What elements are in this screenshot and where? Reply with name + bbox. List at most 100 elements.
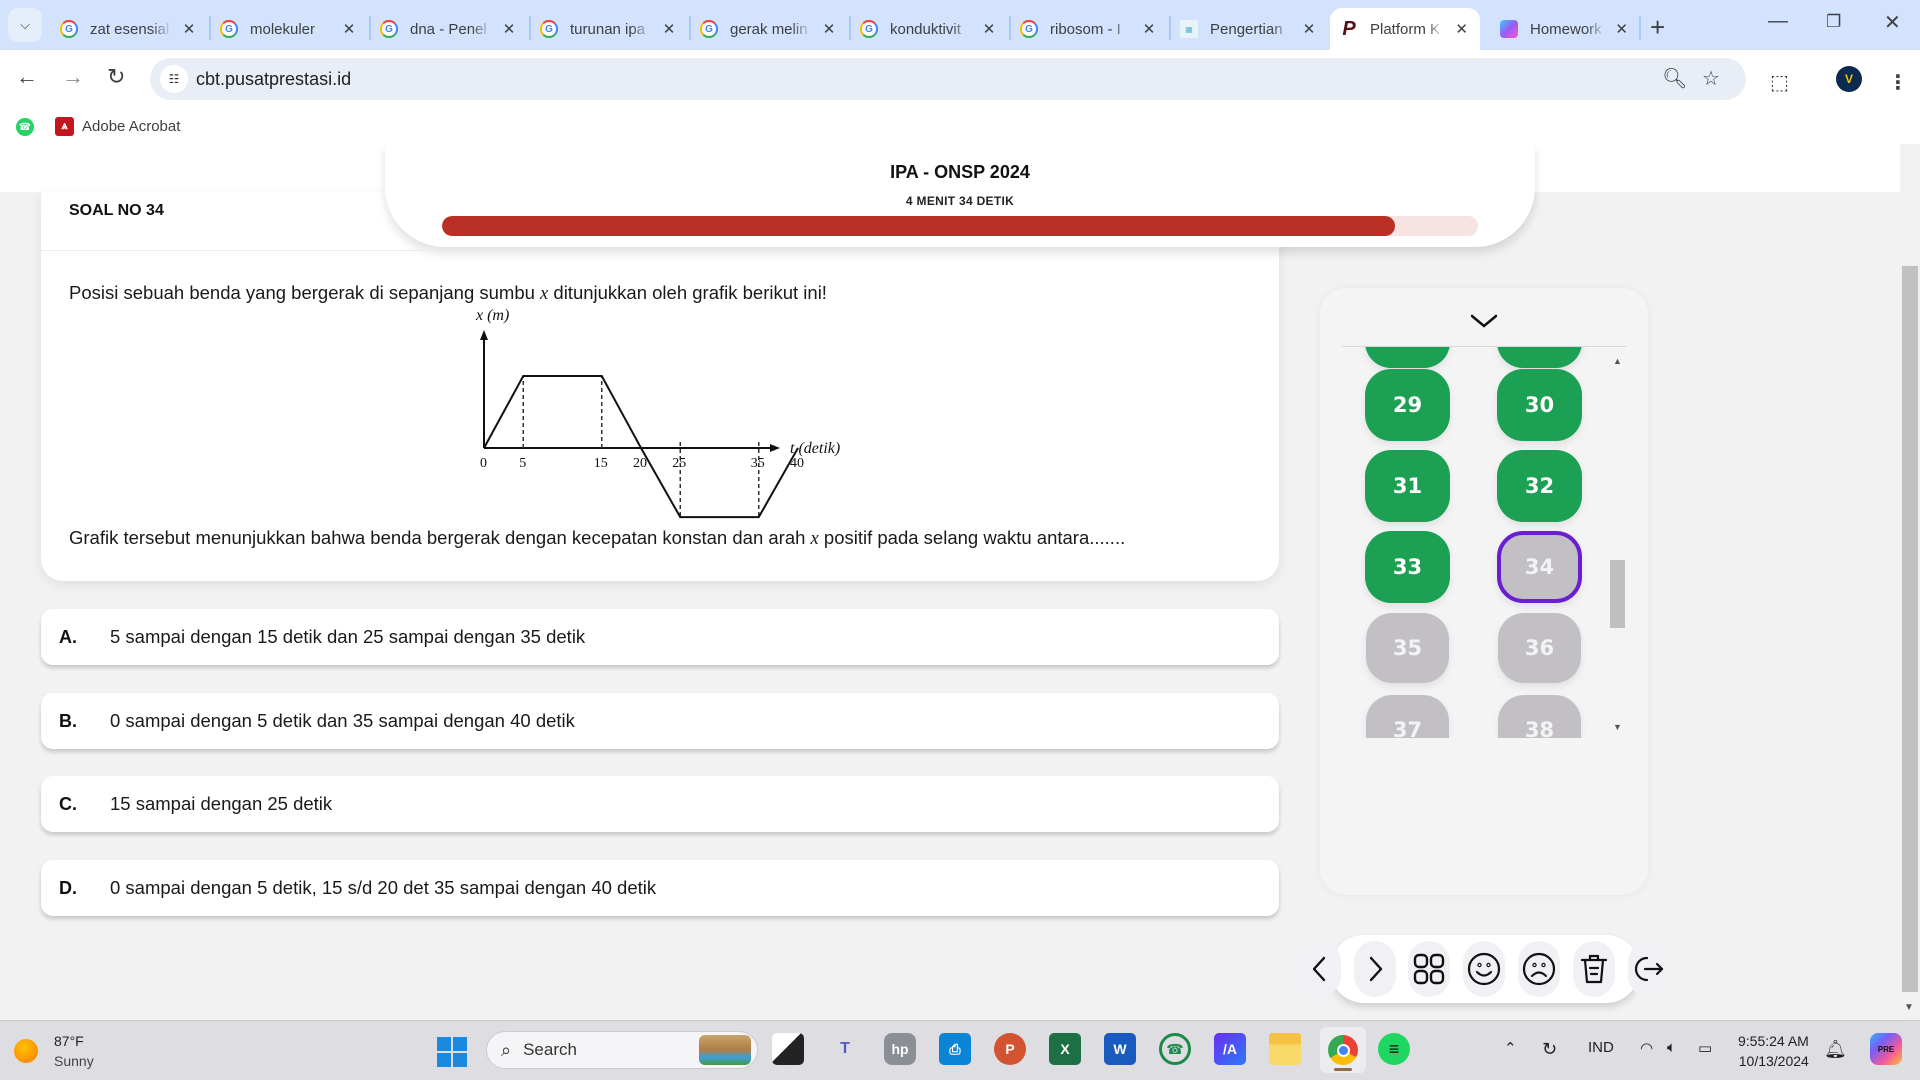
language-indicator[interactable]: IND <box>1588 1039 1614 1056</box>
notification-bell-icon[interactable]: 🔔︎ <box>1824 1039 1847 1060</box>
close-icon[interactable]: ✕ <box>1453 20 1470 38</box>
question-button-28[interactable]: 28 <box>1497 347 1582 368</box>
browser-tab[interactable]: Homework ✕ <box>1490 8 1641 50</box>
browser-tab[interactable]: G molekuler ✕ <box>210 8 371 50</box>
active-app-indicator <box>1334 1068 1352 1071</box>
chrome-taskbar-button[interactable] <box>1320 1027 1366 1073</box>
browser-tab-active[interactable]: P Platform K ✕ <box>1330 8 1480 50</box>
browser-tab[interactable]: G dna - Penel ✕ <box>370 8 531 50</box>
reload-button[interactable]: ↻ <box>107 64 125 90</box>
page-scrollbar[interactable]: ▼ <box>1900 144 1920 1020</box>
weather-widget[interactable]: 87°F Sunny <box>14 1031 94 1071</box>
question-button-27[interactable]: 27 <box>1365 347 1450 368</box>
extensions-icon[interactable]: ⬚ <box>1770 70 1789 95</box>
browser-tab[interactable]: G zat esensial ✕ <box>50 8 211 50</box>
close-icon[interactable]: ✕ <box>180 20 198 38</box>
close-icon[interactable]: ✕ <box>1300 20 1318 38</box>
question-button-31[interactable]: 31 <box>1365 450 1450 522</box>
browser-tab[interactable]: G turunan ipa ✕ <box>530 8 691 50</box>
option-letter: A. <box>59 626 77 647</box>
page-scroll-thumb[interactable] <box>1902 266 1918 992</box>
close-window-button[interactable]: ✕ <box>1884 10 1901 35</box>
option-a[interactable]: A. 5 sampai dengan 15 detik dan 25 sampa… <box>41 609 1279 665</box>
navigator-scrollbar[interactable]: ▲ ▼ <box>1609 350 1626 738</box>
address-bar[interactable]: ☷ cbt.pusatprestasi.id 🔍︎ ☆ <box>150 58 1746 100</box>
zoom-icon[interactable]: 🔍︎ <box>1662 66 1687 91</box>
question-grid-button[interactable] <box>1408 941 1450 997</box>
ai-app-icon[interactable]: /A <box>1214 1033 1246 1065</box>
browser-tab[interactable]: G ribosom - I ✕ <box>1010 8 1171 50</box>
powerpoint-icon[interactable]: P <box>994 1033 1026 1065</box>
question-button-29[interactable]: 29 <box>1365 369 1450 441</box>
teams-icon[interactable]: T <box>829 1033 861 1065</box>
forward-button[interactable]: → <box>62 64 84 90</box>
battery-icon[interactable]: ▭ <box>1698 1039 1712 1057</box>
hp-support-icon[interactable]: hp <box>884 1033 916 1065</box>
close-icon[interactable]: ✕ <box>340 20 358 38</box>
volume-icon[interactable]: 🔈︎ <box>1667 1039 1676 1056</box>
word-icon[interactable]: W <box>1104 1033 1136 1065</box>
close-icon[interactable]: ✕ <box>1140 20 1158 38</box>
doubtful-button[interactable] <box>1518 941 1560 997</box>
question-button-35[interactable]: 35 <box>1366 613 1449 683</box>
scroll-down-arrow-icon[interactable]: ▼ <box>1904 1002 1914 1013</box>
question-button-32[interactable]: 32 <box>1497 450 1582 522</box>
question-button-30[interactable]: 30 <box>1497 369 1582 441</box>
copilot-icon[interactable]: PRE <box>1870 1033 1902 1065</box>
spotify-icon[interactable]: ≡ <box>1378 1033 1410 1065</box>
restore-button[interactable]: ❐ <box>1826 12 1841 32</box>
minimize-button[interactable]: — <box>1768 10 1788 33</box>
navigator-scroll-thumb[interactable] <box>1610 560 1625 628</box>
file-explorer-icon[interactable] <box>1269 1033 1301 1065</box>
menu-kebab-icon[interactable]: ⋮ <box>1888 70 1908 95</box>
option-c[interactable]: C. 15 sampai dengan 25 detik <box>41 776 1279 832</box>
previous-button[interactable] <box>1299 941 1341 997</box>
timer-text: 4 MENIT 34 DETIK <box>905 194 1015 208</box>
next-button[interactable] <box>1354 941 1396 997</box>
browser-tab[interactable]: G konduktivit ✕ <box>850 8 1011 50</box>
clear-answer-button[interactable] <box>1573 941 1615 997</box>
browser-tab[interactable]: G gerak melin ✕ <box>690 8 851 50</box>
bookmark-star-icon[interactable]: ☆ <box>1702 66 1720 91</box>
tab-search-button[interactable]: ⌵ <box>8 8 42 42</box>
close-icon[interactable]: ✕ <box>1613 20 1630 38</box>
option-d[interactable]: D. 0 sampai dengan 5 detik, 15 s/d 20 de… <box>41 860 1279 916</box>
taskbar-search[interactable]: ⌕ Search <box>486 1031 758 1069</box>
sure-button[interactable] <box>1463 941 1505 997</box>
close-icon[interactable]: ✕ <box>980 20 998 38</box>
tab-title: molekuler <box>250 20 316 38</box>
question-button-37[interactable]: 37 <box>1366 695 1449 738</box>
sync-icon[interactable]: ↻ <box>1542 1039 1557 1060</box>
wifi-icon[interactable]: ◠ <box>1640 1039 1653 1057</box>
question-button-33[interactable]: 33 <box>1365 531 1450 603</box>
scroll-up-arrow-icon[interactable]: ▲ <box>1609 356 1626 366</box>
back-button[interactable]: ← <box>16 64 38 90</box>
close-icon[interactable]: ✕ <box>660 20 678 38</box>
close-icon[interactable]: ✕ <box>820 20 838 38</box>
browser-tab[interactable]: ▦ Pengertian ✕ <box>1170 8 1330 50</box>
question-button-34[interactable]: 34 <box>1497 531 1582 603</box>
close-icon[interactable]: ✕ <box>500 20 518 38</box>
excel-icon[interactable]: X <box>1049 1033 1081 1065</box>
task-view-icon[interactable] <box>772 1033 804 1065</box>
hp-smart-icon[interactable]: ⎙ <box>939 1033 971 1065</box>
chevron-down-icon[interactable] <box>1464 308 1504 334</box>
bookmark-adobe-acrobat[interactable]: ⩓ Adobe Acrobat <box>55 116 180 136</box>
homework-gem-icon <box>1500 20 1518 38</box>
exam-page: IPA - ONSP 2024 4 MENIT 34 DETIK SOAL NO… <box>0 144 1920 1020</box>
option-b[interactable]: B. 0 sampai dengan 5 detik dan 35 sampai… <box>41 693 1279 749</box>
whatsapp-icon[interactable]: ☎ <box>16 118 34 136</box>
whatsapp-icon[interactable]: ☎ <box>1159 1033 1191 1065</box>
exit-button[interactable] <box>1628 941 1670 997</box>
profile-avatar[interactable]: V <box>1836 66 1862 92</box>
site-info-icon[interactable]: ☷ <box>160 65 188 93</box>
url-text[interactable]: cbt.pusatprestasi.id <box>196 69 351 90</box>
show-hidden-icons-chevron[interactable]: ⌃ <box>1504 1039 1517 1057</box>
question-button-36[interactable]: 36 <box>1498 613 1581 683</box>
tab-title: dna - Penel <box>410 20 487 38</box>
new-tab-button[interactable]: + <box>1650 12 1665 43</box>
windows-start-button[interactable] <box>437 1037 467 1067</box>
taskbar-clock[interactable]: 9:55:24 AM 10/13/2024 <box>1738 1031 1809 1071</box>
scroll-down-arrow-icon[interactable]: ▼ <box>1609 722 1626 732</box>
question-button-38[interactable]: 38 <box>1498 695 1581 738</box>
